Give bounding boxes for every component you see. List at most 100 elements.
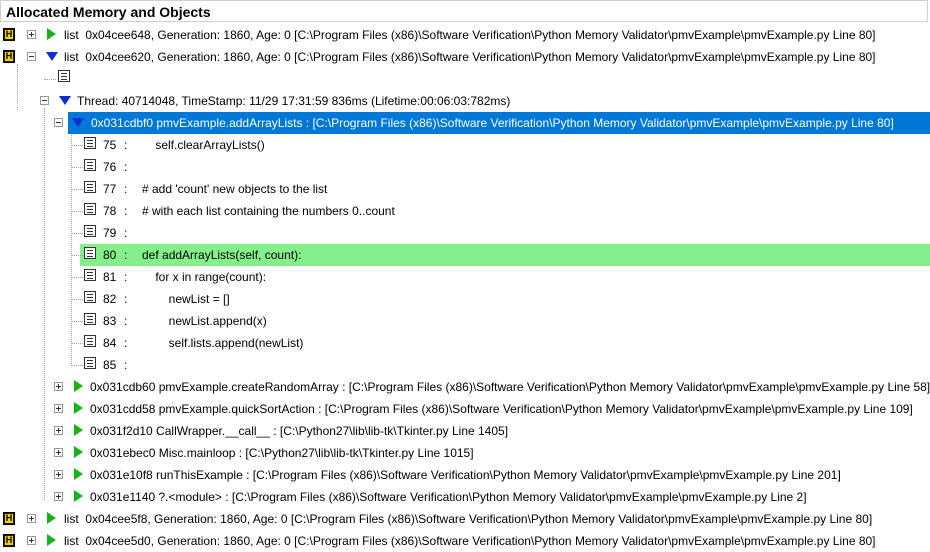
line-number: 76 xyxy=(103,160,117,174)
line-separator: : xyxy=(124,138,128,152)
row-label: list 0x04cee620, Generation: 1860, Age: … xyxy=(64,50,876,64)
tree-line xyxy=(71,167,83,168)
source-line-current[interactable]: 80 : def addArrayLists(self, count): xyxy=(0,244,930,266)
play-arrow-icon xyxy=(47,534,56,546)
line-number: 78 xyxy=(103,204,117,218)
line-separator: : xyxy=(124,336,128,350)
heap-object-icon: H xyxy=(3,50,15,63)
tree-line xyxy=(71,277,83,278)
tree-row-stack-frame[interactable]: 0x031f2d10 CallWrapper.__call__ : [C:\Py… xyxy=(0,420,930,442)
expand-icon[interactable] xyxy=(54,404,63,413)
tree-row-list[interactable]: H list 0x04cee620, Generation: 1860, Age… xyxy=(0,46,930,68)
play-arrow-icon xyxy=(74,490,83,502)
source-line[interactable]: 81 : for x in range(count): xyxy=(0,266,930,288)
line-number: 81 xyxy=(103,270,117,284)
panel-title: Allocated Memory and Objects xyxy=(6,4,211,20)
tree-row-stack-frame[interactable]: 0x031cdd58 pmvExample.quickSortAction : … xyxy=(0,398,930,420)
tree-row-stack-frame[interactable]: 0x031e1140 ?.<module> : [C:\Program File… xyxy=(0,486,930,508)
line-number: 75 xyxy=(103,138,117,152)
document-icon xyxy=(84,225,96,237)
source-line[interactable]: 76 : xyxy=(0,156,930,178)
tree-line xyxy=(71,365,83,366)
row-label: list 0x04cee648, Generation: 1860, Age: … xyxy=(64,28,876,42)
source-line[interactable]: 85 : xyxy=(0,354,930,376)
play-arrow-icon xyxy=(47,512,56,524)
expand-icon[interactable] xyxy=(27,30,36,39)
tree-row-stack-frame[interactable]: 0x031e10f8 runThisExample : [C:\Program … xyxy=(0,464,930,486)
tree-row-list[interactable]: H list 0x04cee5d0, Generation: 1860, Age… xyxy=(0,530,930,552)
source-line[interactable]: 75 : self.clearArrayLists() xyxy=(0,134,930,156)
source-line[interactable]: 84 : self.lists.append(newList) xyxy=(0,332,930,354)
row-label: 0x031cdd58 pmvExample.quickSortAction : … xyxy=(90,402,913,416)
row-label: list 0x04cee5d0, Generation: 1860, Age: … xyxy=(64,534,876,548)
document-icon xyxy=(84,313,96,325)
tree-row-details[interactable] xyxy=(0,68,930,90)
play-arrow-icon xyxy=(74,402,83,414)
expand-icon[interactable] xyxy=(54,382,63,391)
tree-row-list[interactable]: H list 0x04cee5f8, Generation: 1860, Age… xyxy=(0,508,930,530)
source-line[interactable]: 77 : # add 'count' new objects to the li… xyxy=(0,178,930,200)
tree-line xyxy=(71,233,83,234)
source-code: newList = [] xyxy=(142,292,230,306)
line-number: 83 xyxy=(103,314,117,328)
source-code: self.lists.append(newList) xyxy=(142,336,304,350)
row-label: 0x031e1140 ?.<module> : [C:\Program File… xyxy=(90,490,807,504)
line-number: 84 xyxy=(103,336,117,350)
line-separator: : xyxy=(124,314,128,328)
document-icon xyxy=(58,70,70,82)
line-number: 82 xyxy=(103,292,117,306)
expanded-arrow-icon xyxy=(59,96,71,105)
source-line[interactable]: 83 : newList.append(x) xyxy=(0,310,930,332)
collapse-icon[interactable] xyxy=(40,96,49,105)
row-label: 0x031cdbf0 pmvExample.addArrayLists : [C… xyxy=(91,116,894,130)
expand-icon[interactable] xyxy=(54,448,63,457)
line-number: 80 xyxy=(103,248,117,262)
line-separator: : xyxy=(124,248,128,262)
source-line[interactable]: 82 : newList = [] xyxy=(0,288,930,310)
source-code: self.clearArrayLists() xyxy=(142,138,265,152)
document-icon xyxy=(84,203,96,215)
row-label: 0x031ebec0 Misc.mainloop : [C:\Python27\… xyxy=(90,446,474,460)
source-code: # with each list containing the numbers … xyxy=(142,204,395,218)
expand-icon[interactable] xyxy=(27,514,36,523)
tree-line xyxy=(71,255,83,256)
heap-object-icon: H xyxy=(3,534,15,547)
collapse-icon[interactable] xyxy=(54,118,63,127)
line-separator: : xyxy=(124,204,128,218)
play-arrow-icon xyxy=(47,28,56,40)
tree-line xyxy=(71,321,83,322)
line-number: 77 xyxy=(103,182,117,196)
play-arrow-icon xyxy=(74,380,83,392)
tree-line xyxy=(44,79,56,80)
heap-object-icon: H xyxy=(3,28,15,41)
expand-icon[interactable] xyxy=(54,470,63,479)
expand-icon[interactable] xyxy=(54,492,63,501)
tree-line xyxy=(71,189,83,190)
document-icon xyxy=(84,291,96,303)
tree-row-stack-frame[interactable]: 0x031cdb60 pmvExample.createRandomArray … xyxy=(0,376,930,398)
line-separator: : xyxy=(124,292,128,306)
tree-row-list[interactable]: H list 0x04cee648, Generation: 1860, Age… xyxy=(0,24,930,46)
tree-row-stack-frame-selected[interactable]: 0x031cdbf0 pmvExample.addArrayLists : [C… xyxy=(0,112,930,134)
source-line[interactable]: 78 : # with each list containing the num… xyxy=(0,200,930,222)
source-line[interactable]: 79 : xyxy=(0,222,930,244)
expand-icon[interactable] xyxy=(27,536,36,545)
collapse-icon[interactable] xyxy=(27,52,36,61)
row-label: Thread: 40714048, TimeStamp: 11/29 17:31… xyxy=(77,94,511,108)
line-number: 85 xyxy=(103,358,117,372)
tree-row-thread[interactable]: Thread: 40714048, TimeStamp: 11/29 17:31… xyxy=(0,90,930,112)
expanded-arrow-icon xyxy=(72,118,84,127)
tree-line xyxy=(71,299,83,300)
document-icon xyxy=(84,137,96,149)
row-label: 0x031cdb60 pmvExample.createRandomArray … xyxy=(90,380,930,394)
row-label: 0x031e10f8 runThisExample : [C:\Program … xyxy=(90,468,841,482)
tree-line xyxy=(71,211,83,212)
tree-row-stack-frame[interactable]: 0x031ebec0 Misc.mainloop : [C:\Python27\… xyxy=(0,442,930,464)
document-icon xyxy=(84,159,96,171)
play-arrow-icon xyxy=(74,468,83,480)
expand-icon[interactable] xyxy=(54,426,63,435)
play-arrow-icon xyxy=(74,424,83,436)
line-separator: : xyxy=(124,270,128,284)
line-separator: : xyxy=(124,182,128,196)
line-number: 79 xyxy=(103,226,117,240)
